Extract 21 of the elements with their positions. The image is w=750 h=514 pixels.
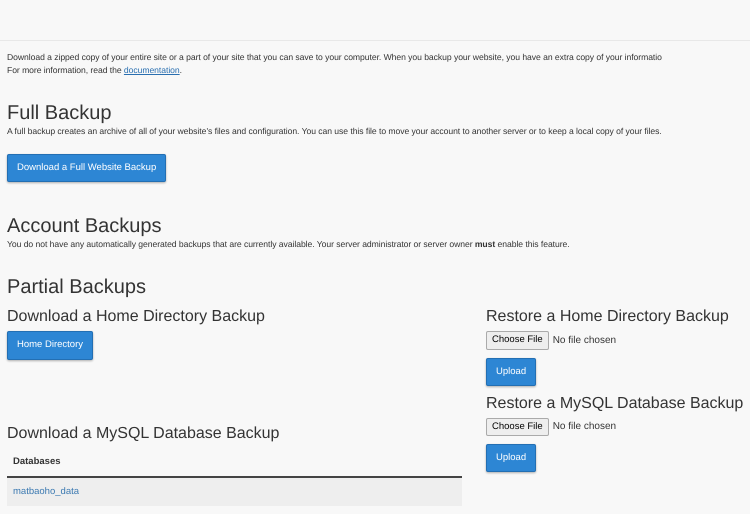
upload-button[interactable]: Upload [486,444,536,472]
file-status-text: No file chosen [552,334,616,348]
section-description: A full backup creates an archive of all of your website’s files and configuration. You can use this file to move your account to another server or to keep a local copy of your files. [7,125,663,138]
home-directory-button[interactable]: Home Directory [7,331,93,360]
download-full-backup-button[interactable]: Download a Full Website Backup [7,154,166,182]
intro-text: For more information, read the documentation. [7,64,183,77]
upload-button[interactable]: Upload [486,358,536,386]
section-heading: Full Backup [7,101,112,125]
database-link[interactable]: matbaoho_data [7,478,462,506]
subsection-heading: Restore a Home Directory Backup [486,307,730,328]
subsection-heading: Download a MySQL Database Backup [7,424,280,444]
subsection-heading: Download a Home Directory Backup [7,307,266,328]
file-status-text: No file chosen [552,420,616,434]
choose-file-button[interactable]: Choose File [486,418,549,436]
section-description: You do not have any automatically generated backups that are currently available. Your server administrator or server owner must enable this feature. [7,238,571,252]
section-heading: Partial Backups [7,275,147,300]
choose-file-button[interactable]: Choose File [486,331,549,350]
intro-text: Download a zipped copy of your entire site or a part of your site that you can save to your computer. When you backup your website, you have an extra copy of your informatio [7,51,663,64]
subsection-heading: Restore a MySQL Database Backup [486,394,744,414]
section-heading: Account Backups [7,214,163,238]
documentation-link[interactable]: documentation [124,65,180,75]
